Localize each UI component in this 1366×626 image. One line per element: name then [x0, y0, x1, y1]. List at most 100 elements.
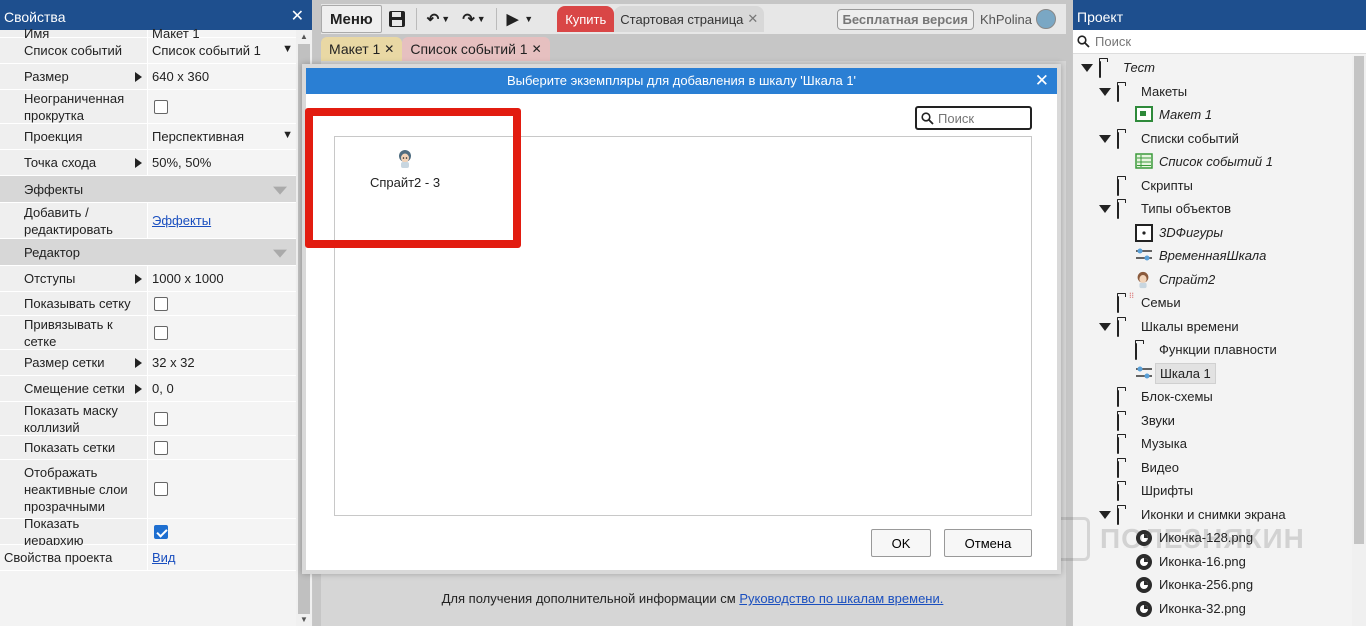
tab-layout-1[interactable]: Макет 1 ✕: [321, 37, 403, 61]
property-value-text[interactable]: Вид: [152, 549, 176, 566]
redo-icon: ↷: [462, 11, 475, 28]
property-value[interactable]: [148, 436, 297, 459]
tree-item[interactable]: Музыка: [1073, 432, 1351, 456]
tree-item-label: Шрифты: [1141, 483, 1194, 499]
property-value[interactable]: [148, 90, 297, 123]
property-value[interactable]: Вид: [148, 545, 297, 570]
dialog-search-input[interactable]: [938, 110, 1028, 126]
property-value[interactable]: [148, 292, 297, 315]
close-tab-icon[interactable]: ✕: [384, 42, 394, 56]
property-value-text[interactable]: Эффекты: [152, 212, 211, 229]
property-checkbox[interactable]: [154, 296, 168, 311]
avatar[interactable]: [1036, 9, 1056, 29]
tree-item[interactable]: Макет 1: [1073, 103, 1351, 127]
start-page-tab[interactable]: Стартовая страница ✕: [614, 6, 765, 32]
close-dialog-icon[interactable]: ✕: [1035, 68, 1049, 94]
timeline-guide-link[interactable]: Руководство по шкалам времени.: [739, 591, 943, 606]
close-tab-icon[interactable]: ✕: [747, 11, 758, 27]
tree-item[interactable]: Список событий 1: [1073, 150, 1351, 174]
tree-item[interactable]: ВременнаяШкала: [1073, 244, 1351, 268]
property-value[interactable]: [148, 519, 297, 544]
cancel-button[interactable]: Отмена: [944, 529, 1032, 557]
folder-icon: [1117, 178, 1119, 196]
collapse-arrow-icon[interactable]: [273, 249, 287, 258]
buy-tab-label: Купить: [565, 11, 607, 27]
property-value[interactable]: Эффекты: [148, 203, 297, 238]
expand-arrow-icon[interactable]: [1099, 205, 1111, 213]
dialog-header: Выберите экземпляры для добавления в шка…: [306, 68, 1057, 94]
property-section[interactable]: Редактор: [0, 239, 297, 266]
property-value[interactable]: [148, 402, 297, 435]
tree-item[interactable]: Шкала 1: [1073, 362, 1351, 386]
tree-item[interactable]: Списки событий: [1073, 127, 1351, 151]
tree-item[interactable]: 3DФигуры: [1073, 221, 1351, 245]
expand-arrow-icon[interactable]: [135, 383, 142, 394]
expand-arrow-icon[interactable]: [135, 157, 142, 168]
tree-item-label: Тест: [1123, 60, 1155, 76]
ok-button[interactable]: OK: [871, 529, 931, 557]
tree-item[interactable]: Функции плавности: [1073, 338, 1351, 362]
property-value[interactable]: Список событий 1 ▼: [148, 38, 297, 63]
tree-item[interactable]: Иконка-32.png: [1073, 597, 1351, 621]
expand-arrow-icon[interactable]: [135, 71, 142, 82]
tree-item[interactable]: Шкалы времени: [1073, 315, 1351, 339]
scroll-up-icon[interactable]: ▲: [300, 32, 308, 41]
scroll-down-icon[interactable]: ▼: [300, 615, 308, 624]
redo-button[interactable]: ↷ ▼: [456, 5, 492, 33]
buy-tab[interactable]: Купить: [557, 6, 615, 32]
tree-item[interactable]: Типы объектов: [1073, 197, 1351, 221]
property-value[interactable]: [148, 316, 297, 349]
tree-item[interactable]: Иконка-256.png: [1073, 573, 1351, 597]
property-checkbox[interactable]: [154, 325, 168, 340]
property-value[interactable]: 32 x 32: [148, 350, 297, 375]
property-checkbox[interactable]: [154, 411, 168, 426]
undo-button[interactable]: ↶ ▼: [421, 5, 457, 33]
project-scrollbar[interactable]: [1352, 56, 1366, 626]
property-checkbox[interactable]: [154, 440, 168, 455]
property-value[interactable]: 50%, 50%: [148, 150, 297, 175]
user-name[interactable]: KhPolina: [980, 12, 1032, 27]
expand-arrow-icon[interactable]: [1081, 64, 1093, 72]
property-value[interactable]: 0, 0: [148, 376, 297, 401]
property-value[interactable]: 1000 x 1000: [148, 266, 297, 291]
folder-icon: [1117, 131, 1119, 149]
project-search-input[interactable]: Поиск: [1073, 30, 1366, 54]
property-checkbox[interactable]: [154, 524, 168, 539]
image-icon: [1135, 600, 1153, 621]
expand-arrow-icon[interactable]: [135, 273, 142, 284]
tree-item[interactable]: Макеты: [1073, 80, 1351, 104]
property-section[interactable]: Эффекты: [0, 176, 297, 203]
property-value[interactable]: 640 x 360: [148, 64, 297, 89]
expand-arrow-icon[interactable]: [1099, 322, 1111, 331]
tree-item[interactable]: Звуки: [1073, 409, 1351, 433]
folder-icon: [1117, 84, 1119, 102]
property-value[interactable]: Перспективная ▼: [148, 124, 297, 149]
close-properties-icon[interactable]: ✕: [291, 0, 304, 34]
property-row: Смещение сетки 0, 0: [0, 376, 297, 402]
dialog-search[interactable]: [915, 106, 1032, 130]
preview-button[interactable]: ▶ ▼: [501, 5, 539, 33]
tree-item[interactable]: ⁝⁝ Семьи: [1073, 291, 1351, 315]
menu-button[interactable]: Меню: [321, 5, 382, 33]
tree-item[interactable]: Видео: [1073, 456, 1351, 480]
tree-item[interactable]: Блок-схемы: [1073, 385, 1351, 409]
scrollbar-thumb[interactable]: [1354, 56, 1364, 544]
chevron-down-icon[interactable]: ▼: [282, 40, 293, 57]
property-checkbox[interactable]: [154, 99, 168, 114]
property-value[interactable]: Макет 1: [148, 26, 297, 41]
expand-arrow-icon[interactable]: [1099, 87, 1111, 96]
tree-item[interactable]: Спрайт2: [1073, 268, 1351, 292]
collapse-arrow-icon[interactable]: [273, 186, 287, 195]
property-value[interactable]: [148, 460, 297, 518]
tree-item[interactable]: Шрифты: [1073, 479, 1351, 503]
property-checkbox[interactable]: [154, 482, 168, 496]
tree-item[interactable]: Тест: [1073, 56, 1351, 80]
close-tab-icon[interactable]: ✕: [532, 42, 542, 56]
tab-event-sheet-1[interactable]: Список событий 1 ✕: [402, 37, 550, 61]
tree-item[interactable]: Скрипты: [1073, 174, 1351, 198]
save-button[interactable]: [382, 5, 412, 33]
expand-arrow-icon[interactable]: [135, 357, 142, 368]
expand-arrow-icon[interactable]: [1099, 134, 1111, 143]
free-version-badge[interactable]: Бесплатная версия: [836, 8, 974, 30]
chevron-down-icon[interactable]: ▼: [282, 126, 293, 143]
